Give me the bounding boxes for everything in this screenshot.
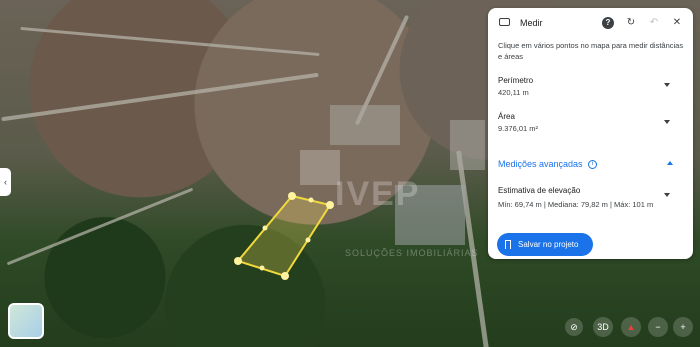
zoom-in-button[interactable]: + xyxy=(673,317,693,337)
compass-icon: ▲ xyxy=(626,322,636,332)
polygon-vertex xyxy=(234,257,242,265)
plus-icon: + xyxy=(680,322,686,332)
minus-icon: − xyxy=(655,322,661,332)
elevation-label: Estimativa de elevação xyxy=(498,186,581,195)
info-icon[interactable]: i xyxy=(588,160,597,169)
measure-panel: Medir ? ↻ ↶ ✕ Clique em vários pontos no… xyxy=(488,8,693,259)
zoom-out-button[interactable]: − xyxy=(648,317,668,337)
advanced-measurements-label: Medições avançadas xyxy=(498,159,583,169)
three-d-button[interactable]: 3D xyxy=(593,317,613,337)
save-to-project-button[interactable]: Salvar no projeto xyxy=(497,233,593,256)
ruler-icon xyxy=(499,18,510,26)
watermark-subtext: SOLUÇÕES IMOBILIÁRIAS xyxy=(345,248,479,258)
refresh-icon[interactable]: ↻ xyxy=(625,17,637,29)
map-layer-thumbnail[interactable] xyxy=(8,303,44,339)
polygon-midpoint xyxy=(308,197,314,203)
chevron-left-icon: ‹ xyxy=(4,177,7,187)
polygon-midpoint xyxy=(262,225,268,231)
watermark-logo: IVEP xyxy=(335,175,421,213)
chevron-up-icon[interactable] xyxy=(667,161,673,165)
panel-header: Medir ? ↻ ↶ ✕ xyxy=(488,8,693,36)
perimeter-value: 420,11 m xyxy=(498,88,529,97)
no-direction-icon: ⊘ xyxy=(570,322,578,332)
expand-sidebar-button[interactable]: ‹ xyxy=(0,168,11,196)
polygon-vertex xyxy=(288,192,296,200)
save-to-project-label: Salvar no projeto xyxy=(518,240,579,249)
caret-down-icon[interactable] xyxy=(664,193,670,197)
area-label: Área xyxy=(498,112,515,121)
close-icon[interactable]: ✕ xyxy=(671,17,683,29)
compass-button[interactable]: ▲ xyxy=(621,317,641,337)
measured-area-polygon xyxy=(236,194,332,278)
polygon-midpoint xyxy=(259,265,265,271)
perimeter-label: Perímetro xyxy=(498,76,534,85)
polygon-vertex xyxy=(281,272,289,280)
panel-description: Clique em vários pontos no mapa para med… xyxy=(498,41,684,61)
bookmark-icon xyxy=(505,240,511,249)
polygon-vertex xyxy=(326,201,334,209)
elevation-value: Mín: 69,74 m | Mediana: 79,82 m | Máx: 1… xyxy=(498,200,654,209)
panel-title: Medir xyxy=(520,18,543,28)
area-value: 9.376,01 m² xyxy=(498,124,539,133)
polygon-midpoint xyxy=(305,237,311,243)
caret-down-icon[interactable] xyxy=(664,120,670,124)
caret-down-icon[interactable] xyxy=(664,83,670,87)
undo-icon[interactable]: ↶ xyxy=(648,17,660,29)
help-icon[interactable]: ? xyxy=(602,17,614,29)
compass-off-button[interactable]: ⊘ xyxy=(565,318,583,336)
three-d-label: 3D xyxy=(597,322,609,332)
